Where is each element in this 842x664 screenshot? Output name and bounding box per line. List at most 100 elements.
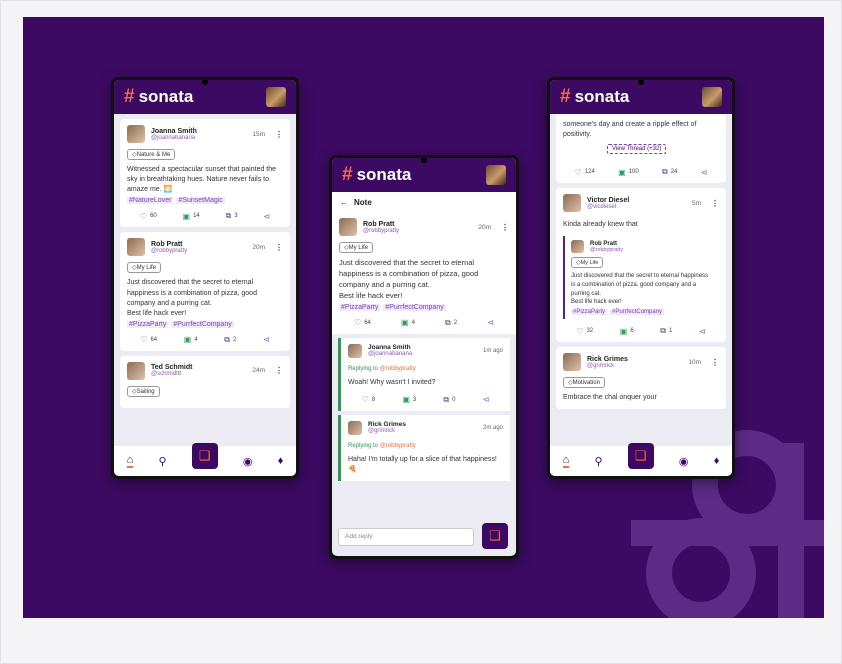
- search-icon[interactable]: ⚲: [158, 455, 166, 468]
- profile-avatar[interactable]: [266, 87, 286, 107]
- more-icon[interactable]: ⋮: [711, 199, 719, 208]
- repost-button[interactable]: ⧉ 3: [226, 211, 238, 221]
- share-button[interactable]: ⊲: [487, 318, 494, 327]
- topic-tag[interactable]: Nature & Me: [127, 149, 176, 160]
- avatar[interactable]: [563, 194, 581, 213]
- explore-icon[interactable]: ◉: [679, 455, 689, 468]
- author-handle[interactable]: @grimrick: [368, 428, 406, 434]
- repost-button[interactable]: ⧉ 2: [445, 318, 457, 328]
- topic-tag[interactable]: My Life: [339, 242, 373, 253]
- author-handle[interactable]: @schmidttt: [151, 371, 192, 377]
- profile-avatar[interactable]: [486, 165, 506, 185]
- repost-button[interactable]: ⧉ 1: [660, 326, 672, 336]
- more-icon[interactable]: ⋮: [275, 243, 283, 252]
- author-handle[interactable]: @robbypratty: [363, 228, 399, 234]
- author-handle[interactable]: @robbypratty: [590, 247, 623, 253]
- share-button[interactable]: ⊲: [263, 335, 270, 344]
- topic-tag[interactable]: My Life: [127, 262, 161, 274]
- hashtag[interactable]: #SunsetMagic: [176, 197, 225, 205]
- comment-button[interactable]: ▣ 4: [184, 335, 198, 344]
- more-icon[interactable]: ⋮: [711, 358, 719, 367]
- topic-tag[interactable]: Sailing: [127, 385, 160, 397]
- author-handle[interactable]: @joannabanana: [151, 135, 197, 141]
- compose-button[interactable]: ❑: [482, 523, 508, 549]
- like-button[interactable]: ♡ 32: [576, 327, 593, 336]
- sonata-logo[interactable]: # sonata: [124, 86, 193, 108]
- author-name[interactable]: Rick Grimes: [368, 421, 406, 428]
- post-card[interactable]: Rick Grimes@grimrick 10m ⋮ Motivation Emb…: [556, 347, 726, 410]
- comment-button[interactable]: ▣ 100: [618, 168, 639, 177]
- home-icon[interactable]: ⌂: [562, 454, 570, 468]
- comment-button[interactable]: ▣ 6: [620, 327, 634, 336]
- compose-button[interactable]: ❑: [627, 443, 654, 469]
- author-handle[interactable]: @robbypratty: [151, 248, 187, 254]
- avatar[interactable]: [348, 420, 362, 435]
- avatar[interactable]: [563, 353, 581, 372]
- share-button[interactable]: ⊲: [483, 395, 490, 404]
- hashtag[interactable]: #NatureLover: [127, 197, 174, 205]
- hashtag[interactable]: #PurrfectCompany: [610, 309, 665, 316]
- home-icon[interactable]: ⌂: [126, 454, 134, 468]
- post-card[interactable]: Victor Diesel @vicdiesel 5m ⋮ Kinda alread…: [556, 188, 726, 343]
- share-button[interactable]: ⊲: [699, 327, 706, 336]
- like-button[interactable]: ♡ 64: [354, 318, 371, 327]
- bell-icon[interactable]: ♦: [278, 455, 284, 467]
- more-icon[interactable]: ⋮: [275, 366, 283, 375]
- more-icon[interactable]: ⋮: [501, 223, 509, 232]
- compose-button[interactable]: ❑: [191, 443, 218, 469]
- avatar[interactable]: [127, 238, 145, 257]
- repost-button[interactable]: ⧉ 24: [662, 167, 677, 177]
- hashtag[interactable]: #PurrfectCompany: [383, 303, 446, 311]
- more-icon[interactable]: ⋮: [275, 130, 283, 139]
- author-name[interactable]: Rick Grimes: [587, 356, 628, 363]
- comment-button[interactable]: ▣ 4: [401, 318, 415, 327]
- post-card[interactable]: Joanna Smith@joannabanana 15m ⋮ Nature & …: [120, 119, 290, 228]
- avatar[interactable]: [127, 125, 145, 143]
- hashtag[interactable]: #PizzaParty: [127, 320, 169, 328]
- author-name[interactable]: Joanna Smith: [368, 344, 412, 351]
- repost-button[interactable]: ⧉ 2: [224, 335, 236, 345]
- avatar[interactable]: [127, 361, 145, 380]
- reply-card[interactable]: Joanna Smith @joannabanana 1m ago Replyin…: [338, 337, 510, 411]
- add-reply-input[interactable]: Add reply: [338, 528, 474, 546]
- sonata-logo[interactable]: # sonata: [560, 86, 629, 108]
- comment-button[interactable]: ▣ 3: [402, 395, 416, 404]
- comment-button[interactable]: ▣ 14: [183, 212, 200, 221]
- bell-icon[interactable]: ♦: [714, 455, 720, 467]
- avatar[interactable]: [348, 343, 362, 358]
- reply-card[interactable]: Rick Grimes @grimrick 2m ago Replying to …: [338, 414, 510, 481]
- reply-to-handle[interactable]: @robbypratty: [380, 443, 416, 449]
- like-button[interactable]: ♡ 64: [140, 335, 157, 344]
- reply-to-handle[interactable]: @robbypratty: [380, 366, 416, 372]
- explore-icon[interactable]: ◉: [243, 455, 253, 468]
- author-handle[interactable]: @joannabanana: [368, 351, 412, 357]
- sonata-logo[interactable]: # sonata: [342, 164, 411, 186]
- share-button[interactable]: ⊲: [263, 212, 270, 221]
- hashtag[interactable]: #PizzaParty: [339, 303, 381, 311]
- post-card[interactable]: Rob Pratt@robbypratty 20m ⋮ My Life Just …: [120, 232, 290, 351]
- hashtag[interactable]: #PurrfectCompany: [171, 320, 234, 328]
- post-card[interactable]: Ted Schmidt@schmidttt 24m ⋮ Sailing: [120, 355, 290, 408]
- like-button[interactable]: ♡ 8: [362, 395, 376, 404]
- quoted-post[interactable]: Rob Pratt@robbypratty My Life Just disco…: [563, 236, 719, 320]
- back-arrow-icon[interactable]: ←: [340, 198, 348, 207]
- author-handle[interactable]: @grimrick: [587, 363, 628, 369]
- search-icon[interactable]: ⚲: [594, 455, 602, 468]
- post-card-partial[interactable]: someone's day and create a ripple effect…: [556, 114, 726, 184]
- author-name[interactable]: Rob Pratt: [363, 221, 399, 228]
- author-name[interactable]: Ted Schmidt: [151, 364, 192, 371]
- repost-button[interactable]: ⧉ 0: [443, 395, 455, 405]
- topic-tag[interactable]: My Life: [571, 257, 604, 269]
- hashtag[interactable]: #PizzaParty: [571, 309, 608, 316]
- view-thread-button[interactable]: View Thread (+32): [607, 144, 667, 155]
- author-name[interactable]: Joanna Smith: [151, 128, 197, 135]
- author-handle[interactable]: @vicdiesel: [587, 204, 629, 210]
- like-button[interactable]: ♡ 60: [140, 212, 157, 221]
- author-name[interactable]: Victor Diesel: [587, 197, 629, 204]
- like-button[interactable]: ♡ 124: [575, 168, 595, 177]
- topic-tag[interactable]: Motivation: [563, 377, 605, 389]
- share-button[interactable]: ⊲: [701, 168, 708, 177]
- author-name[interactable]: Rob Pratt: [151, 241, 187, 248]
- avatar[interactable]: [571, 240, 584, 254]
- avatar[interactable]: [339, 218, 357, 236]
